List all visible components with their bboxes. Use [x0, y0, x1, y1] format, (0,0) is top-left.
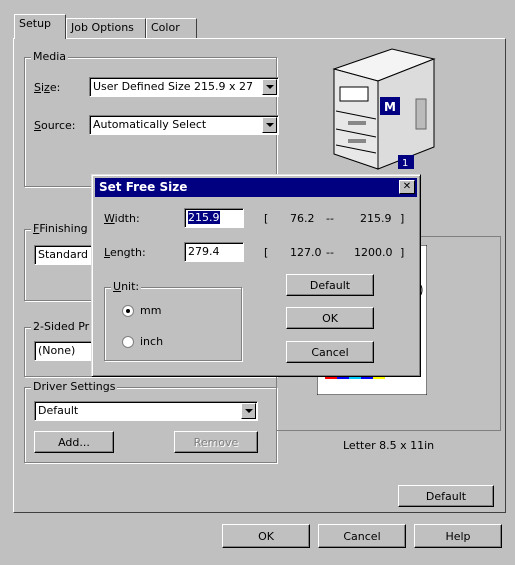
width-min: 76.2 — [290, 212, 315, 225]
width-bracket-open: [ — [264, 212, 269, 225]
driver-settings-value: Default — [38, 404, 79, 417]
width-range-sep: -- — [326, 212, 334, 225]
unit-mm-label: mm — [140, 304, 162, 317]
unit-mm-radio[interactable] — [122, 305, 134, 317]
dialog-titlebar[interactable]: Set Free Size ✕ — [95, 178, 417, 197]
chevron-down-icon[interactable] — [241, 403, 256, 419]
unit-inch-label: inch — [140, 335, 164, 348]
cancel-button-label: Cancel — [343, 529, 381, 543]
width-input[interactable]: 215.9 — [184, 208, 244, 228]
dialog-cancel-label: Cancel — [311, 345, 349, 359]
printer-icon: M 1 — [332, 48, 436, 170]
close-icon[interactable]: ✕ — [399, 180, 415, 194]
printer-badge: M — [384, 100, 396, 114]
length-min: 127.0 — [290, 246, 322, 259]
length-range-sep: -- — [326, 246, 334, 259]
driver-settings-title: Driver Settings — [31, 380, 118, 393]
finishing-select-value: Standard — [38, 248, 89, 261]
panel-default-button[interactable]: Default — [398, 485, 494, 507]
dialog-ok-label: OK — [322, 311, 338, 325]
width-max: 215.9 — [360, 212, 392, 225]
size-select[interactable]: User Defined Size 215.9 x 27 — [89, 77, 279, 97]
help-button-label: Help — [445, 529, 471, 543]
unit-inch-radio[interactable] — [122, 336, 134, 348]
source-select[interactable]: Automatically Select — [89, 115, 279, 135]
chevron-down-icon[interactable] — [262, 79, 277, 95]
chevron-down-icon[interactable] — [262, 117, 277, 133]
cancel-button[interactable]: Cancel — [318, 524, 406, 548]
dialog-title: Set Free Size — [99, 180, 188, 194]
length-max: 1200.0 — [354, 246, 393, 259]
width-label: Width: — [104, 212, 140, 225]
set-free-size-dialog: Set Free Size ✕ Width: 215.9 [ 76.2 -- 2… — [91, 174, 421, 377]
ok-button-label: OK — [258, 529, 274, 543]
preview-caption: Letter 8.5 x 11in — [343, 439, 435, 452]
dialog-default-label: Default — [309, 278, 351, 292]
source-select-value: Automatically Select — [93, 118, 207, 131]
source-label: Source: — [34, 119, 76, 132]
size-label: Size: — [34, 81, 61, 94]
media-group-title: Media — [31, 50, 69, 63]
driver-settings-select[interactable]: Default — [34, 401, 258, 421]
dialog-cancel-button[interactable]: Cancel — [286, 341, 374, 363]
two-sided-select-value: (None) — [38, 344, 76, 357]
dialog-ok-button[interactable]: OK — [286, 307, 374, 329]
length-bracket-open: [ — [264, 246, 269, 259]
dialog-default-button[interactable]: Default — [286, 274, 374, 296]
remove-button[interactable]: Remove — [174, 431, 258, 453]
ok-button[interactable]: OK — [222, 524, 310, 548]
tab-color[interactable]: Color — [146, 18, 197, 38]
two-sided-group-title: 2-Sided Pr — [31, 320, 92, 333]
length-input[interactable]: 279.4 — [184, 242, 244, 262]
tab-setup[interactable]: Setup — [14, 14, 66, 39]
panel-default-label: Default — [425, 489, 467, 503]
remove-button-label: Remove — [193, 435, 239, 449]
width-bracket-close: ] — [400, 212, 405, 225]
length-bracket-close: ] — [400, 246, 405, 259]
add-button-label: Add... — [58, 435, 90, 449]
length-input-value: 279.4 — [188, 245, 220, 258]
size-select-value: User Defined Size 215.9 x 27 — [93, 80, 254, 93]
tab-job-options[interactable]: Job Options — [66, 18, 146, 38]
add-button[interactable]: Add... — [34, 431, 114, 453]
length-label: Length: — [104, 246, 146, 259]
tray-number: 1 — [402, 158, 408, 169]
unit-group: Unit: — [104, 280, 242, 361]
unit-group-title: Unit: — [111, 280, 142, 293]
help-button[interactable]: Help — [414, 524, 502, 548]
width-input-value: 215.9 — [188, 211, 220, 224]
